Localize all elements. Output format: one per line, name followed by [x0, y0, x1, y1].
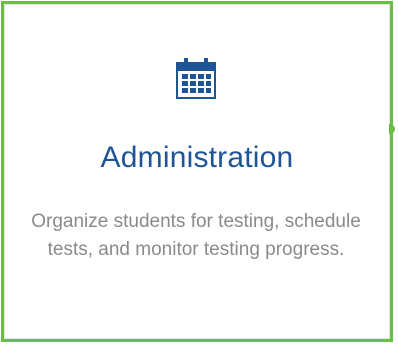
calendar-icon [176, 58, 216, 99]
administration-tile[interactable]: Administration Organize students for tes… [1, 1, 395, 342]
tile-title: Administration [100, 141, 294, 174]
tile-edge-marker [389, 124, 395, 134]
tile-description: Organize students for testing, schedule … [31, 211, 361, 260]
